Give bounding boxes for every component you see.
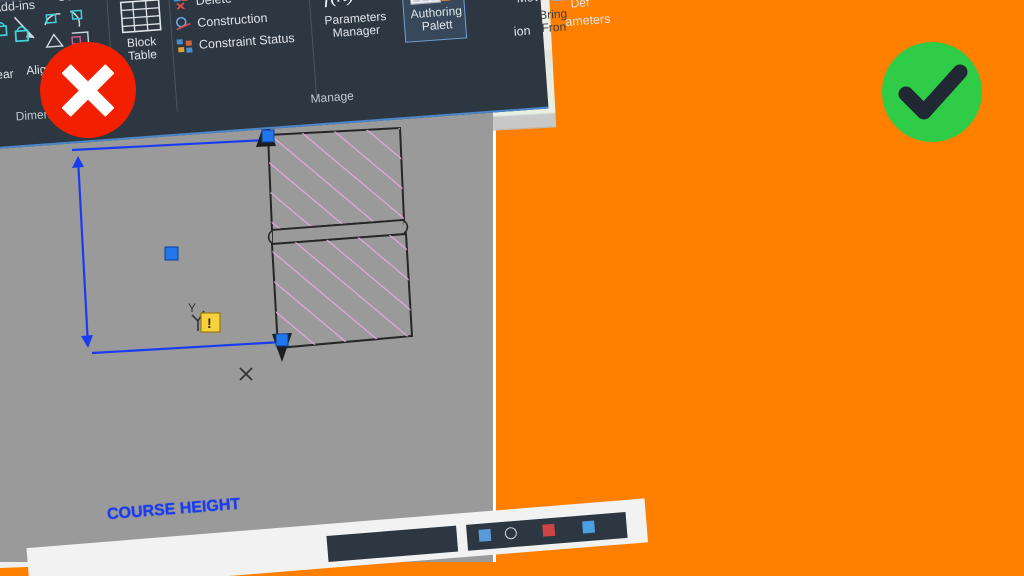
parameters-manager-line2: Manager — [332, 22, 381, 41]
check-mark-icon — [898, 64, 968, 120]
block-table-line2: Table — [127, 47, 158, 64]
delete-action[interactable]: Delete — [195, 0, 232, 8]
status-group-left[interactable] — [326, 525, 459, 562]
constraint-status-action[interactable]: Constraint Status — [198, 31, 295, 52]
block-editor-geometry: Y ! — [71, 118, 414, 381]
osnap-icon[interactable] — [582, 520, 596, 534]
panel-manage: f(x) Parameters Manager — [309, 0, 502, 106]
authoring-palettes-line2: Palett — [421, 17, 453, 34]
autocad-drawing-canvas[interactable]: Y ! COURSE HEIGHT — [0, 110, 649, 576]
x-mark-badge — [40, 42, 136, 138]
block-table-icon[interactable] — [119, 0, 162, 34]
constraint-status-icon[interactable] — [176, 38, 194, 53]
delete-icon[interactable] — [173, 0, 190, 10]
ion-fragment-label: ion — [513, 23, 532, 39]
comparison-screenshot: REPEATING DETAILS — [0, 0, 1024, 576]
check-mark-badge — [882, 42, 982, 142]
fx-icon: f(x) — [323, 0, 355, 9]
warning-badge-glyph: ! — [207, 315, 212, 331]
construction-icon[interactable] — [175, 16, 192, 31]
snap-icon[interactable] — [478, 528, 492, 542]
authoring-palettes-button[interactable]: Authoring Palett — [401, 4, 473, 35]
polar-icon[interactable] — [542, 523, 556, 537]
svg-text:Y: Y — [188, 301, 196, 315]
attribute-definition-button[interactable]: Att Def — [559, 0, 601, 11]
parameters-manager-button[interactable]: Parameters Manager — [309, 9, 403, 42]
move-button[interactable]: Move — [503, 0, 560, 6]
panel-move-group: Move Att Def ion ameters — [493, 0, 610, 88]
parameters-right-label: ameters — [564, 11, 611, 29]
construction-action[interactable]: Construction — [197, 11, 268, 30]
attribute-def-line2: Def — [570, 0, 590, 11]
